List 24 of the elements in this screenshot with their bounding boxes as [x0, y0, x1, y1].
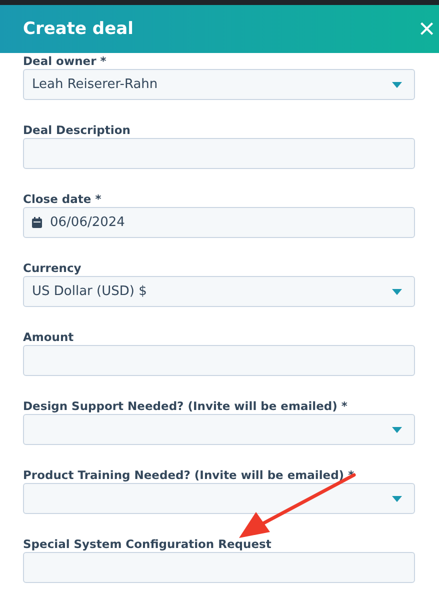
caret-down-icon: [392, 426, 402, 432]
field-label: Deal owner *: [23, 53, 108, 69]
select-field[interactable]: [23, 483, 415, 514]
field-label: Amount: [23, 329, 75, 345]
caret-down-icon: [392, 496, 402, 502]
select-field[interactable]: [23, 414, 415, 445]
field-label: Deal Description: [23, 122, 132, 138]
caret-down-icon: [392, 82, 402, 88]
select-value: Leah Reiserer-Rahn: [32, 77, 159, 92]
dialog-title: Create deal: [23, 19, 134, 39]
field-label: Close date *: [23, 191, 102, 207]
input-field[interactable]: [23, 345, 415, 376]
field-label: Currency: [23, 260, 82, 276]
date-value: 06/06/2024: [50, 215, 126, 230]
caret-down-icon: [392, 288, 402, 294]
field-label: Design Support Needed? (Invite will be emailed) *: [23, 398, 348, 414]
field-label: Special System Configuration Request: [23, 536, 272, 552]
select-field[interactable]: Leah Reiserer-Rahn: [23, 69, 415, 100]
date-field[interactable]: 06/06/2024: [23, 207, 415, 238]
select-field[interactable]: US Dollar (USD) $: [23, 276, 415, 307]
input-field[interactable]: [23, 552, 415, 583]
select-value: US Dollar (USD) $: [32, 284, 148, 299]
input-field[interactable]: [23, 138, 415, 169]
calendar-icon: [32, 217, 42, 228]
